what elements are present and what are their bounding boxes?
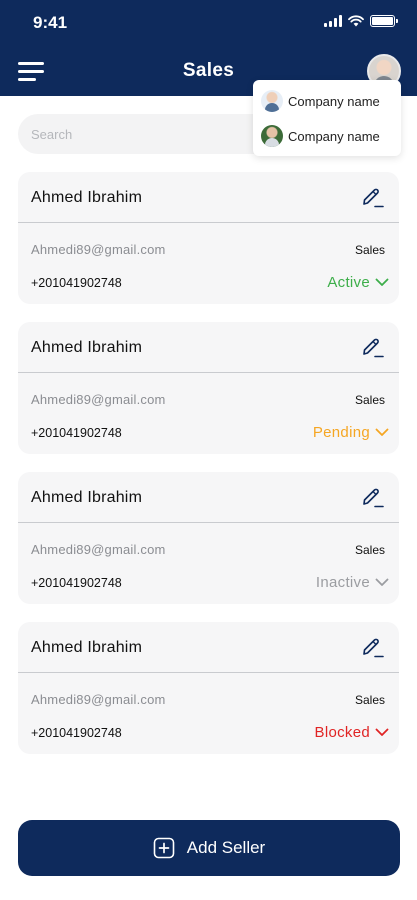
edit-icon[interactable] (361, 637, 385, 659)
seller-role: Sales (354, 543, 385, 557)
status-label: Pending (312, 424, 370, 441)
edit-icon[interactable] (361, 487, 385, 509)
seller-email: Ahmedi89@gmail.com (31, 392, 166, 407)
card-divider (18, 522, 399, 523)
seller-role: Sales (354, 693, 385, 707)
seller-name: Ahmed Ibrahim (31, 489, 143, 506)
company-avatar (261, 90, 283, 112)
status-label: Active (327, 274, 370, 291)
status-time: 9:41 (33, 13, 68, 32)
status-label: Blocked (314, 724, 370, 741)
company-label: Company name (288, 93, 380, 109)
company-option[interactable]: Company name (261, 125, 380, 147)
status-dropdown[interactable]: Active (327, 274, 389, 291)
wifi-icon (348, 15, 364, 27)
status-dropdown[interactable]: Pending (313, 424, 389, 441)
seller-role: Sales (354, 393, 385, 407)
seller-card: Ahmed Ibrahim Ahmedi89@gmail.com Sales +… (18, 472, 399, 604)
edit-icon[interactable] (361, 337, 385, 359)
status-dropdown[interactable]: Inactive (316, 574, 389, 591)
seller-email: Ahmedi89@gmail.com (31, 542, 166, 557)
seller-name: Ahmed Ibrahim (31, 189, 143, 206)
status-dropdown[interactable]: Blocked (315, 724, 389, 741)
seller-phone: +201041902748 (31, 726, 122, 740)
company-dropdown: Company name Company name (253, 80, 401, 156)
seller-name: Ahmed Ibrahim (31, 639, 143, 656)
company-option[interactable]: Company name (261, 90, 380, 112)
seller-phone: +201041902748 (31, 576, 122, 590)
company-label: Company name (288, 128, 380, 144)
seller-phone: +201041902748 (31, 426, 122, 440)
seller-card: Ahmed Ibrahim Ahmedi89@gmail.com Sales +… (18, 622, 399, 754)
page-title: Sales (182, 60, 235, 81)
status-icons (324, 15, 398, 27)
status-label: Inactive (315, 574, 370, 591)
seller-role: Sales (354, 243, 385, 257)
add-seller-button[interactable]: Add Seller (18, 820, 400, 876)
edit-icon[interactable] (361, 187, 385, 209)
seller-email: Ahmedi89@gmail.com (31, 692, 166, 707)
chevron-down-icon (375, 278, 389, 286)
chevron-down-icon (375, 578, 389, 586)
card-divider (18, 222, 399, 223)
cellular-signal-icon (324, 15, 342, 27)
seller-card: Ahmed Ibrahim Ahmedi89@gmail.com Sales +… (18, 172, 399, 304)
battery-icon (370, 15, 398, 27)
chevron-down-icon (375, 728, 389, 736)
add-icon (153, 837, 175, 859)
chevron-down-icon (375, 428, 389, 436)
seller-email: Ahmedi89@gmail.com (31, 242, 166, 257)
seller-card: Ahmed Ibrahim Ahmedi89@gmail.com Sales +… (18, 322, 399, 454)
seller-name: Ahmed Ibrahim (31, 339, 143, 356)
card-divider (18, 672, 399, 673)
add-seller-label: Add Seller (186, 838, 266, 857)
card-divider (18, 372, 399, 373)
seller-phone: +201041902748 (31, 276, 122, 290)
company-avatar (261, 125, 283, 147)
